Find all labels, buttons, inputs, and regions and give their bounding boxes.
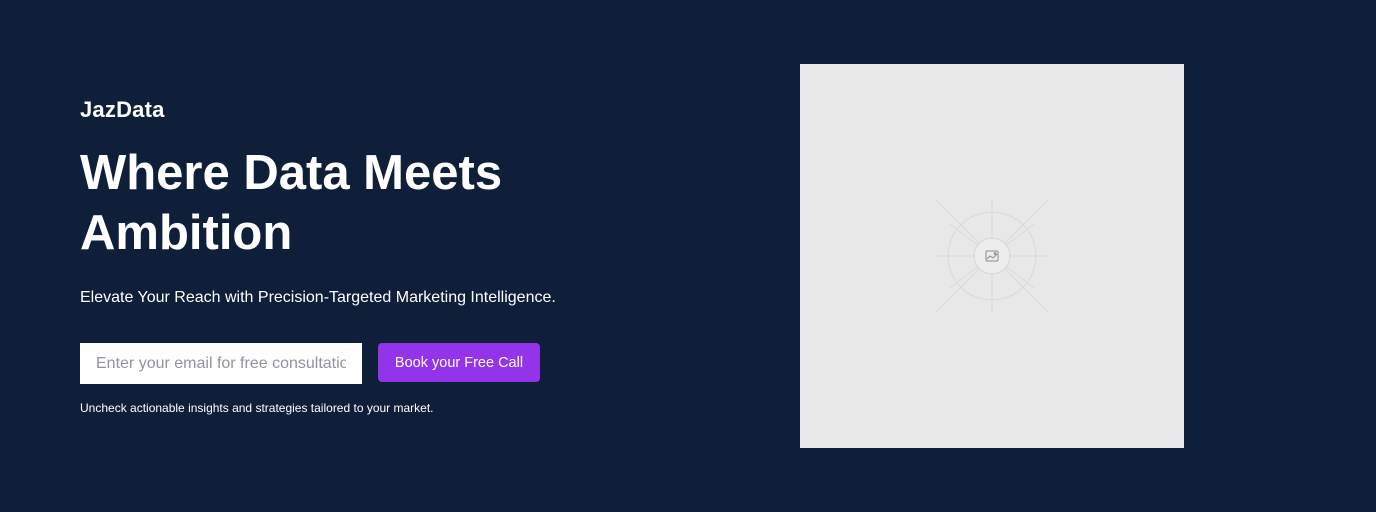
brand-logo[interactable]: JazData [80,97,165,123]
placeholder-graphic [935,199,1049,313]
placeholder-icon-ring [973,237,1011,275]
hero-section: JazData Where Data Meets Ambition Elevat… [0,0,1376,512]
hero-image-placeholder [800,64,1184,448]
hero-subheadline: Elevate Your Reach with Precision-Target… [80,289,556,306]
hero-headline: Where Data Meets Ambition [80,146,503,260]
disclaimer-text: Uncheck actionable insights and strategi… [80,401,434,415]
book-call-button[interactable]: Book your Free Call [378,343,540,382]
email-input[interactable] [80,343,362,384]
